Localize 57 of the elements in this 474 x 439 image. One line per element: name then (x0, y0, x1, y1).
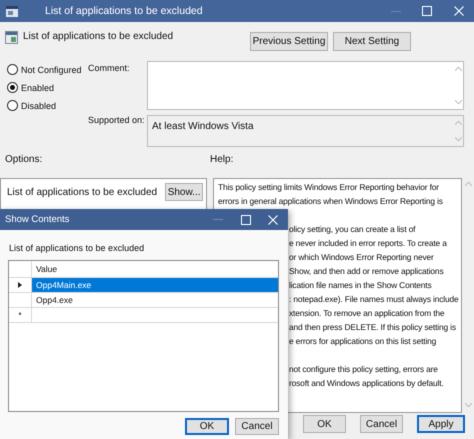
supported-on-label: Supported on: (88, 115, 145, 125)
help-text-line: : notepad.exe). File names must always include (289, 293, 459, 306)
help-text-line: olicy setting, you can create a list of (289, 223, 416, 236)
help-text-line: lication file names in the Show Contents (289, 279, 432, 292)
apply-button[interactable]: Apply (417, 415, 465, 433)
maximize-icon[interactable] (241, 214, 251, 224)
ok-button[interactable]: OK (303, 415, 346, 433)
window-title: List of applications to be excluded (45, 5, 203, 17)
scroll-down-icon[interactable] (464, 403, 472, 407)
help-label: Help: (210, 154, 234, 167)
list-label: List of applications to be excluded (9, 243, 144, 253)
scroll-down-icon[interactable] (454, 100, 462, 104)
policy-icon (6, 6, 18, 16)
help-text-line: rosoft and Windows applications by default. (289, 377, 444, 390)
maximize-icon[interactable] (422, 6, 432, 16)
table-cell[interactable]: Opp4.exe (32, 293, 278, 307)
scroll-up-icon[interactable] (464, 182, 472, 186)
comment-field[interactable] (147, 61, 464, 110)
cancel-button[interactable]: Cancel (360, 415, 403, 433)
setting-title: List of applications to be excluded (23, 31, 174, 42)
help-text-line: e never included in error reports. To create a (289, 237, 447, 250)
column-header[interactable]: Value (32, 261, 278, 277)
previous-setting-button[interactable]: Previous Setting (250, 32, 328, 51)
help-text-line: This policy setting limits Windows Error Reporting behavior for (218, 181, 439, 194)
ok-button[interactable]: OK (185, 418, 229, 435)
cancel-button[interactable]: Cancel (235, 418, 279, 435)
policy-icon (5, 31, 18, 44)
option-label: List of applications to be excluded (7, 186, 158, 198)
help-text-line: xtension. To remove an application from the (289, 307, 444, 320)
radio-button[interactable] (7, 100, 18, 111)
dialog-title: Show Contents (5, 214, 70, 225)
radio-button[interactable] (7, 82, 18, 93)
radio-label[interactable]: Disabled (21, 100, 56, 110)
close-icon[interactable] (268, 214, 278, 224)
show-button[interactable]: Show... (165, 183, 204, 201)
help-text-line: and then press DELETE. If this policy setting is (289, 321, 456, 334)
help-text-line: or which Windows Error Reporting never (289, 251, 434, 264)
radio-label[interactable]: Enabled (21, 82, 54, 92)
minimize-icon[interactable] (391, 10, 401, 12)
scroll-down-icon[interactable] (454, 137, 462, 141)
scroll-up-icon[interactable] (454, 121, 462, 125)
options-label: Options: (5, 154, 42, 165)
radio-button[interactable] (7, 64, 18, 75)
close-icon[interactable] (454, 6, 464, 16)
help-text-line: e errors for applications on this list setting (289, 335, 436, 348)
radio-label[interactable]: Not Configured (21, 64, 82, 74)
help-text-line: not configure this policy setting, errors are (289, 363, 438, 376)
table-cell[interactable]: Opp4Main.exe (32, 278, 278, 292)
supported-on-value: At least Windows Vista (151, 120, 254, 132)
scroll-up-icon[interactable] (454, 67, 462, 71)
next-setting-button[interactable]: Next Setting (333, 32, 411, 51)
new-row-marker: * (18, 310, 22, 320)
help-text-line: errors in general applications when Windows Error Reporting is (218, 195, 443, 208)
current-row-icon (18, 282, 22, 288)
comment-label: Comment: (88, 63, 130, 75)
help-text-line: Show, and then add or remove applications (289, 265, 444, 278)
minimize-icon[interactable] (213, 219, 223, 220)
